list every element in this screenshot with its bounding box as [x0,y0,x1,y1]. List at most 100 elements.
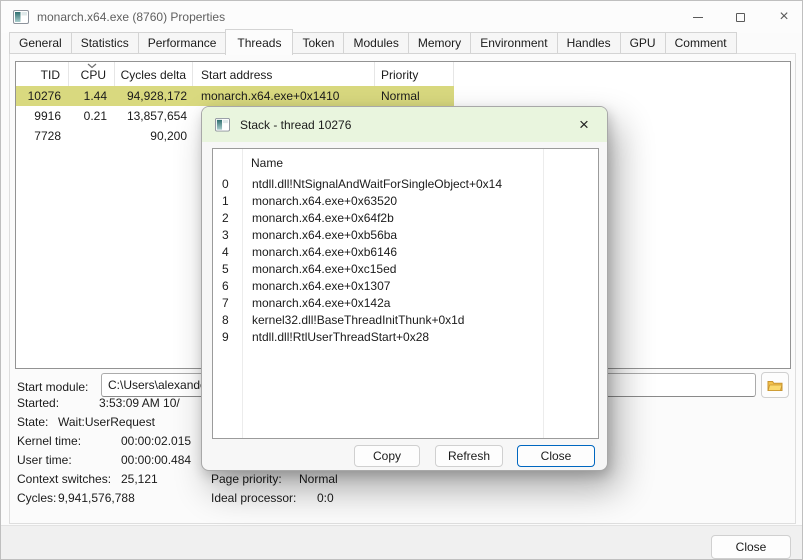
frame-index: 1 [213,193,242,210]
stack-close-button[interactable]: Close [517,445,595,467]
stack-dialog-close-button[interactable]: × [573,114,595,136]
stack-frame-row[interactable]: 0ntdll.dll!NtSignalAndWaitForSingleObjec… [213,176,598,193]
cell-cycles: 13,857,654 [115,106,193,126]
detail-label: Page priority: [211,470,299,489]
column-header-name[interactable]: Name [251,149,283,177]
detail-value: 0:0 [317,489,334,508]
column-header-filler [454,62,790,86]
detail-label: Ideal processor: [211,489,317,508]
frame-name: monarch.x64.exe+0x64f2b [242,210,394,227]
frame-name: kernel32.dll!BaseThreadInitThunk+0x1d [242,312,464,329]
column-header-tid[interactable]: TID [16,62,69,86]
stack-dialog-title: Stack - thread 10276 [240,118,351,132]
stack-dialog-icon [215,118,230,132]
stack-frame-row[interactable]: 5monarch.x64.exe+0xc15ed [213,261,598,278]
browse-button[interactable] [761,372,789,398]
cell-cpu: 0.21 [69,106,115,126]
cell-tid: 7728 [16,126,69,146]
detail-row-ideal-processor: Ideal processor: 0:0 [211,489,334,508]
detail-label: User time: [17,451,121,470]
detail-row-state: State: Wait:UserRequest [17,413,155,432]
refresh-button[interactable]: Refresh [435,445,503,467]
detail-row-context-switches: Context switches: 25,121 [17,470,158,489]
frame-name: monarch.x64.exe+0xb56ba [242,227,397,244]
column-header-priority[interactable]: Priority [375,62,454,86]
folder-icon [767,379,783,392]
column-header-start[interactable]: Start address [193,62,375,86]
minimize-icon [693,17,703,18]
stack-frame-row[interactable]: 2monarch.x64.exe+0x64f2b [213,210,598,227]
titlebar: monarch.x64.exe (8760) Properties × [1,1,802,33]
stack-frame-row[interactable]: 7monarch.x64.exe+0x142a [213,295,598,312]
frame-name: monarch.x64.exe+0x63520 [242,193,397,210]
detail-value: 00:00:00.484 [121,451,191,470]
tab-environment[interactable]: Environment [470,32,557,54]
frame-index: 2 [213,210,242,227]
properties-window: monarch.x64.exe (8760) Properties × Gene… [0,0,803,560]
tab-token[interactable]: Token [292,32,344,54]
stack-frame-row[interactable]: 9ntdll.dll!RtlUserThreadStart+0x28 [213,329,598,346]
cell-cpu [69,126,115,146]
tab-general[interactable]: General [9,32,72,54]
frame-index: 4 [213,244,242,261]
detail-label: Context switches: [17,470,121,489]
cell-tid: 10276 [16,86,69,106]
app-icon [13,9,29,25]
cell-tid: 9916 [16,106,69,126]
thread-row[interactable]: 10276 1.44 94,928,172 monarch.x64.exe+0x… [16,86,790,106]
stack-frame-row[interactable]: 6monarch.x64.exe+0x1307 [213,278,598,295]
frame-index: 7 [213,295,242,312]
properties-close-button[interactable]: Close [711,535,791,559]
cell-cycles: 90,200 [115,126,193,146]
detail-label: Cycles: [17,489,58,508]
tab-threads[interactable]: Threads [225,29,293,55]
detail-value: 9,941,576,788 [58,489,135,508]
tab-comment[interactable]: Comment [665,32,737,54]
cell-cpu: 1.44 [69,86,115,106]
minimize-button[interactable] [681,1,715,33]
threads-table-header: TID CPU Cycles delta Start address Prior… [16,62,790,86]
frame-index: 0 [213,176,242,193]
detail-value: Normal [299,470,338,489]
tab-handles[interactable]: Handles [557,32,621,54]
detail-row-user-time: User time: 00:00:00.484 [17,451,191,470]
detail-value: 25,121 [121,470,158,489]
tab-performance[interactable]: Performance [138,32,227,54]
frame-name: monarch.x64.exe+0xb6146 [242,244,397,261]
frame-index: 5 [213,261,242,278]
tab-gpu[interactable]: GPU [620,32,666,54]
frame-name: monarch.x64.exe+0x142a [242,295,390,312]
stack-frame-row[interactable]: 8kernel32.dll!BaseThreadInitThunk+0x1d [213,312,598,329]
tab-memory[interactable]: Memory [408,32,471,54]
frame-index: 3 [213,227,242,244]
cell-start: monarch.x64.exe+0x1410 [193,86,375,106]
detail-value: Wait:UserRequest [58,413,155,432]
frame-name: ntdll.dll!NtSignalAndWaitForSingleObject… [242,176,502,193]
cell-cycles: 94,928,172 [115,86,193,106]
detail-label: Kernel time: [17,432,121,451]
detail-row-cycles: Cycles: 9,941,576,788 [17,489,135,508]
column-header-cycles[interactable]: Cycles delta [115,62,193,86]
maximize-button[interactable] [723,1,757,33]
tab-modules[interactable]: Modules [343,32,408,54]
tab-statistics[interactable]: Statistics [71,32,139,54]
window-close-button[interactable]: × [767,1,801,33]
detail-label: Started: [17,394,99,413]
stack-frame-row[interactable]: 1monarch.x64.exe+0x63520 [213,193,598,210]
detail-row-kernel-time: Kernel time: 00:00:02.015 [17,432,191,451]
tab-bar: General Statistics Performance Threads T… [9,32,736,58]
stack-list-header: Name [213,149,598,175]
copy-button[interactable]: Copy [354,445,420,467]
close-icon: × [779,9,788,25]
bottom-bar [1,525,802,560]
cell-priority: Normal [375,86,454,106]
frame-name: monarch.x64.exe+0x1307 [242,278,390,295]
stack-dialog-titlebar: Stack - thread 10276 × [202,107,607,142]
frame-name: monarch.x64.exe+0xc15ed [242,261,396,278]
stack-frame-row[interactable]: 3monarch.x64.exe+0xb56ba [213,227,598,244]
stack-frame-row[interactable]: 4monarch.x64.exe+0xb6146 [213,244,598,261]
detail-value: 3:53:09 AM 10/ [99,394,180,413]
detail-row-page-priority: Page priority: Normal [211,470,338,489]
maximize-icon [736,13,745,22]
sort-descending-icon [86,63,98,69]
